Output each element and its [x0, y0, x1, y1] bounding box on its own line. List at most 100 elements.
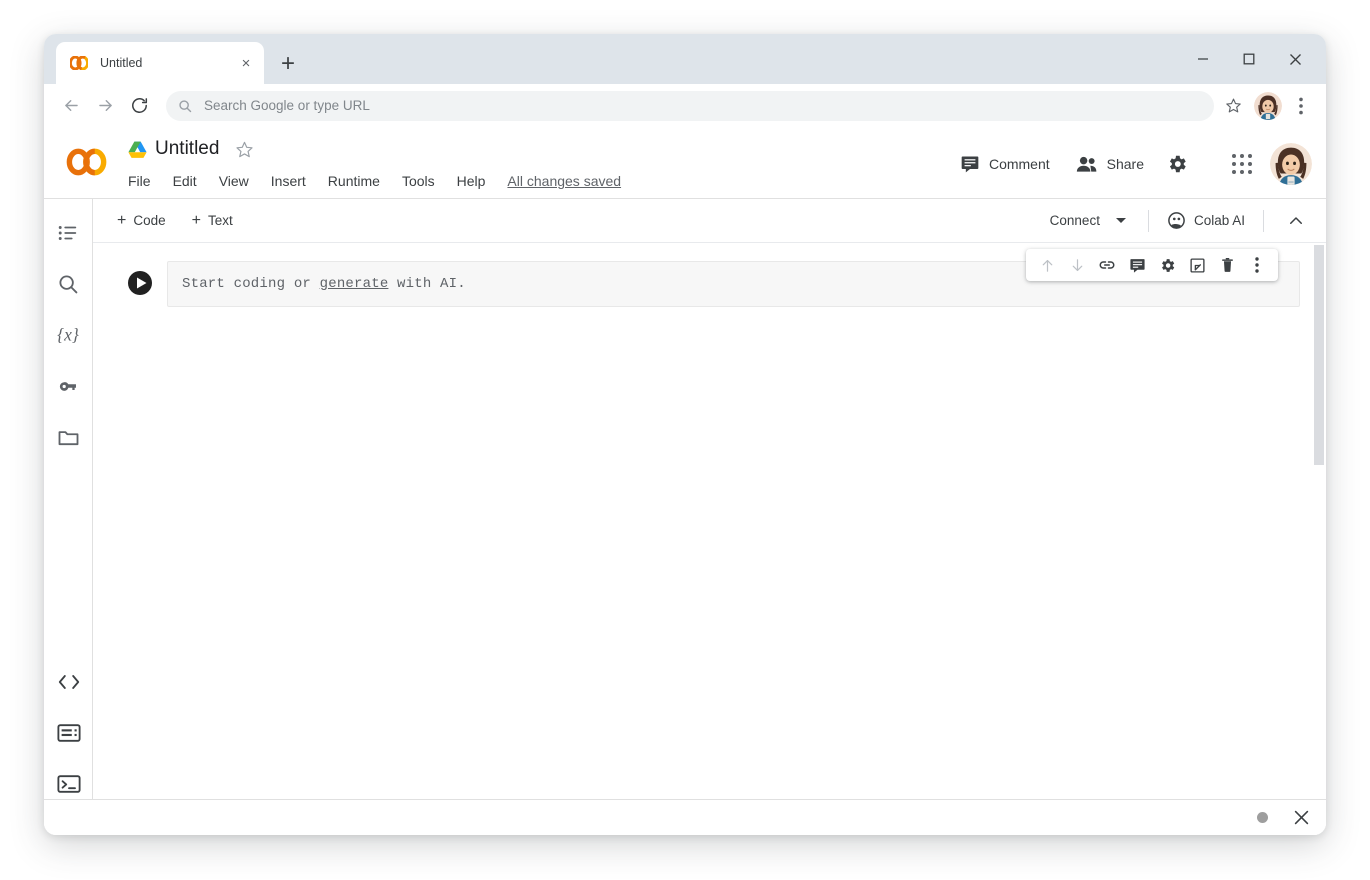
document-title-block: Untitled File Edit View Insert Runtime T… [128, 134, 621, 194]
delete-cell-icon[interactable] [1212, 250, 1242, 280]
omnibox-placeholder: Search Google or type URL [204, 98, 370, 113]
minimize-button[interactable] [1180, 42, 1226, 76]
menu-insert[interactable]: Insert [271, 173, 306, 189]
menu-tools[interactable]: Tools [402, 173, 435, 189]
cell-toolbar [1026, 249, 1278, 281]
generate-link[interactable]: generate [320, 276, 389, 292]
idle-status-dot [1257, 812, 1268, 823]
menu-bar: File Edit View Insert Runtime Tools Help… [128, 168, 621, 194]
open-in-new-tab-icon[interactable] [1182, 250, 1212, 280]
sidebar-item-code-snippets[interactable] [49, 662, 89, 702]
add-comment-icon[interactable] [1122, 250, 1152, 280]
toolbar-divider [1263, 210, 1264, 232]
apps-grid-icon[interactable] [1232, 154, 1252, 174]
cell-list: Start coding or generate with AI. [93, 243, 1326, 307]
sidebar-item-table-of-contents[interactable] [48, 213, 88, 253]
add-code-label: Code [133, 213, 165, 228]
page-title[interactable]: Untitled [155, 138, 219, 160]
browser-profile-avatar[interactable] [1254, 92, 1282, 120]
comment-icon [960, 154, 980, 174]
browser-window: Untitled × + [44, 34, 1326, 835]
notebook-scroll-area: Start coding or generate with AI. [93, 243, 1326, 835]
menu-edit[interactable]: Edit [173, 173, 197, 189]
cell-placeholder-text: Start coding or generate with AI. [182, 276, 466, 292]
cell-settings-gear-icon[interactable] [1152, 250, 1182, 280]
close-window-button[interactable] [1272, 42, 1318, 76]
add-code-cell-button[interactable]: + Code [111, 209, 172, 233]
star-outline-icon[interactable] [235, 140, 254, 159]
browser-toolbar: Search Google or type URL [44, 84, 1326, 128]
sidebar-item-variables[interactable]: {x} [48, 315, 88, 355]
plus-icon: + [192, 213, 201, 229]
placeholder-after: with AI. [388, 276, 465, 292]
sidebar-item-files[interactable] [48, 417, 88, 457]
link-to-cell-icon[interactable] [1092, 250, 1122, 280]
plus-icon: + [117, 213, 126, 229]
menu-help[interactable]: Help [457, 173, 486, 189]
header-actions: Comment Share [942, 144, 1312, 184]
save-status[interactable]: All changes saved [507, 173, 621, 189]
browser-tab-title: Untitled [100, 56, 236, 70]
share-button[interactable]: Share [1068, 146, 1152, 182]
forward-arrow-icon[interactable] [88, 89, 122, 123]
add-text-label: Text [208, 213, 233, 228]
move-cell-down-icon[interactable] [1062, 250, 1092, 280]
connect-label: Connect [1050, 213, 1100, 228]
cell-gutter [113, 261, 167, 307]
scrollbar-thumb[interactable] [1314, 245, 1324, 465]
window-controls [1180, 42, 1318, 76]
sidebar-item-find-and-replace[interactable] [48, 264, 88, 304]
share-label: Share [1107, 156, 1144, 172]
notebook-toolbar-right: Connect Colab AI [1040, 205, 1312, 237]
bookmark-star-icon[interactable] [1218, 91, 1248, 121]
left-sidebar: {x} [44, 198, 93, 835]
people-icon [1076, 154, 1098, 174]
notebook-scrollbar[interactable] [1312, 243, 1326, 835]
search-icon [178, 98, 194, 114]
omnibox[interactable]: Search Google or type URL [166, 91, 1214, 121]
back-arrow-icon[interactable] [54, 89, 88, 123]
document-title-row: Untitled [128, 134, 621, 164]
move-cell-up-icon[interactable] [1032, 250, 1062, 280]
browser-tab-strip: Untitled × + [44, 34, 1326, 84]
browser-menu-icon[interactable] [1286, 91, 1316, 121]
colab-logo[interactable] [66, 148, 110, 176]
colab-icon [70, 56, 88, 70]
menu-view[interactable]: View [219, 173, 249, 189]
connect-button[interactable]: Connect [1040, 206, 1136, 236]
avatar[interactable] [1270, 143, 1312, 185]
colab-app-header: Untitled File Edit View Insert Runtime T… [44, 128, 1326, 198]
google-drive-icon [128, 141, 147, 158]
close-icon[interactable]: × [236, 53, 256, 73]
chevron-up-icon[interactable] [1280, 205, 1312, 237]
menu-runtime[interactable]: Runtime [328, 173, 380, 189]
sidebar-item-secrets[interactable] [48, 366, 88, 406]
close-icon[interactable] [1290, 807, 1312, 829]
status-bar [44, 799, 1326, 835]
code-cell[interactable]: Start coding or generate with AI. [113, 261, 1300, 307]
colab-body: {x} [44, 198, 1326, 835]
sidebar-bottom-group [44, 662, 93, 815]
placeholder-before: Start coding or [182, 276, 320, 292]
settings-gear-icon[interactable] [1166, 153, 1188, 175]
maximize-button[interactable] [1226, 42, 1272, 76]
colab-ai-button[interactable]: Colab AI [1161, 211, 1251, 230]
reload-icon[interactable] [122, 89, 156, 123]
comment-label: Comment [989, 156, 1050, 172]
run-cell-button[interactable] [127, 270, 153, 296]
notebook-pane: + Code + Text Connect [93, 198, 1326, 835]
add-text-cell-button[interactable]: + Text [186, 209, 239, 233]
toolbar-divider [1148, 210, 1149, 232]
sidebar-item-terminal[interactable] [49, 764, 89, 804]
svg-text:{x}: {x} [57, 325, 79, 345]
menu-file[interactable]: File [128, 173, 151, 189]
sidebar-item-command-palette[interactable] [49, 713, 89, 753]
more-options-icon[interactable] [1242, 250, 1272, 280]
notebook-toolbar: + Code + Text Connect [93, 199, 1326, 243]
comment-button[interactable]: Comment [952, 146, 1058, 182]
browser-tab[interactable]: Untitled × [56, 42, 264, 84]
chevron-down-icon [1116, 218, 1126, 223]
colab-ai-icon [1167, 211, 1186, 230]
colab-ai-label: Colab AI [1194, 213, 1245, 228]
new-tab-button[interactable]: + [274, 50, 302, 78]
